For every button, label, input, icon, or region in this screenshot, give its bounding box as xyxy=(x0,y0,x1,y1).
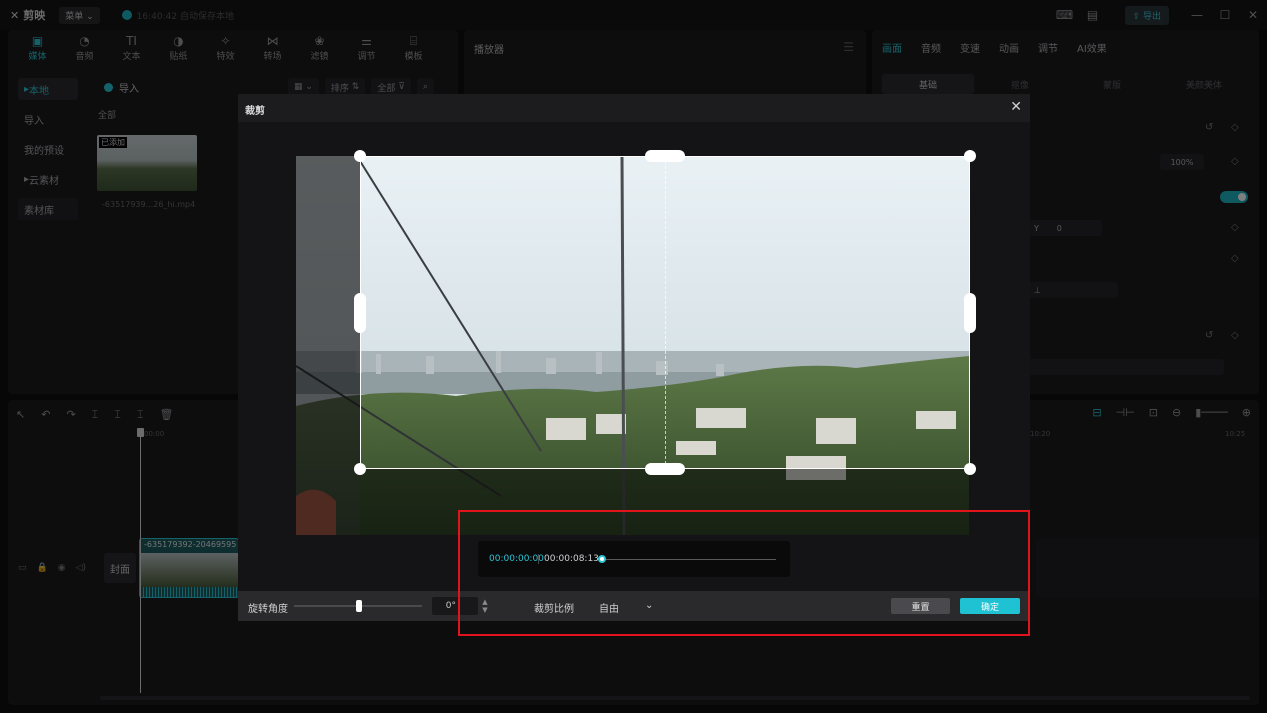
rotation-slider-knob[interactable] xyxy=(356,600,362,612)
crop-handle-top-right[interactable] xyxy=(964,150,976,162)
crop-handle-bottom[interactable] xyxy=(645,463,685,475)
crop-dialog-title: 裁剪 xyxy=(245,106,265,117)
close-icon[interactable]: ✕ xyxy=(1010,99,1022,115)
crop-handle-left[interactable] xyxy=(354,293,366,333)
crop-handle-bottom-left[interactable] xyxy=(354,463,366,475)
rotation-label: 旋转角度 xyxy=(248,604,288,615)
crop-handle-top[interactable] xyxy=(645,150,685,162)
crop-handle-right[interactable] xyxy=(964,293,976,333)
crop-guide-line xyxy=(665,156,666,469)
crop-dialog-header: 裁剪 ✕ xyxy=(238,94,1030,122)
highlight-annotation-box xyxy=(458,510,1030,636)
crop-mask-left xyxy=(296,156,360,535)
crop-handle-bottom-right[interactable] xyxy=(964,463,976,475)
crop-handle-top-left[interactable] xyxy=(354,150,366,162)
